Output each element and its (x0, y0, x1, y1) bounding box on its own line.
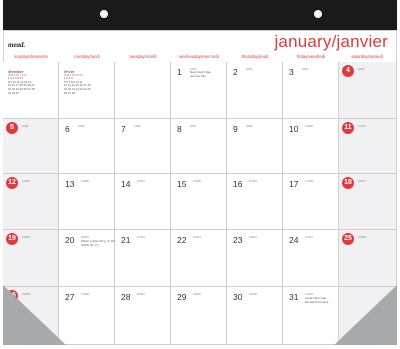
corner-protectors (3, 285, 397, 345)
corner-protector-left (3, 285, 66, 345)
corner-protector-right (334, 285, 397, 345)
